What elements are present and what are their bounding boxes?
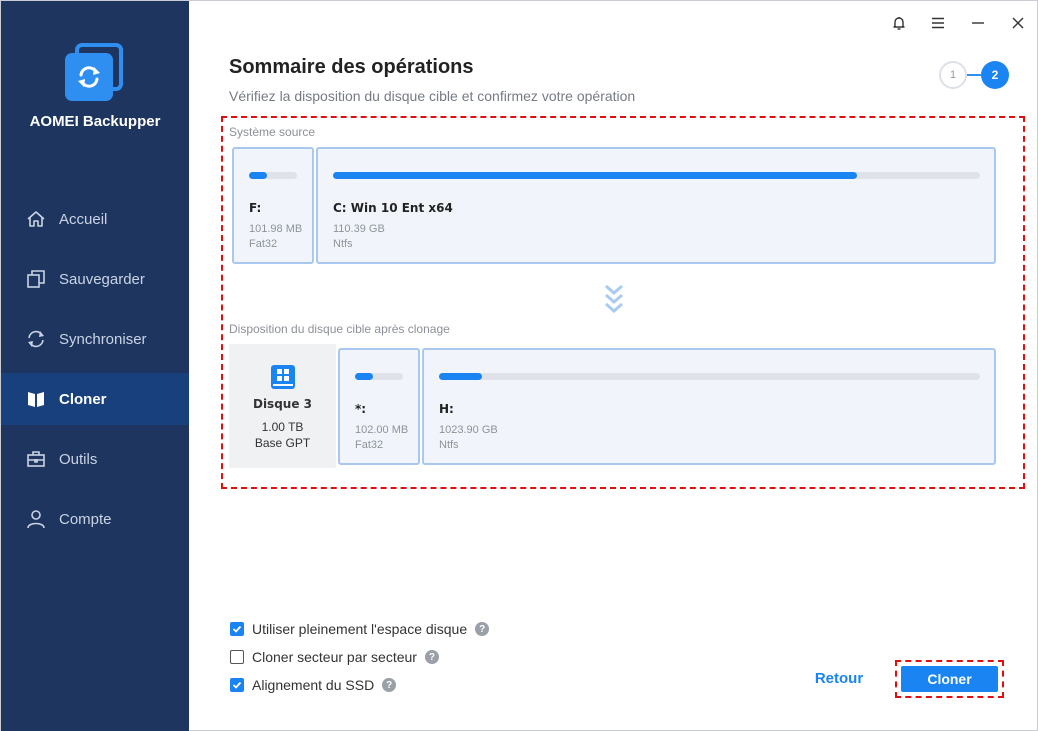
step-1: 1 (939, 61, 967, 89)
clone-button[interactable]: Cloner (901, 666, 998, 692)
partition-name: C: Win 10 Ent x64 (333, 201, 453, 215)
option-full-disk-space: Utiliser pleinement l'espace disque ? (230, 621, 490, 637)
checkbox-ssd-alignment[interactable] (230, 678, 244, 692)
disk-type: Base GPT (254, 436, 311, 450)
sync-icon (25, 328, 47, 350)
partition-filesystem: Ntfs (333, 238, 353, 250)
disk-name: Disque 3 (252, 397, 312, 411)
sidebar-item-label: Compte (59, 510, 112, 528)
usage-bar (439, 373, 980, 380)
sidebar-item-outils[interactable]: Outils (1, 433, 189, 485)
target-section-label: Disposition du disque cible après clonag… (229, 322, 450, 336)
back-button[interactable]: Retour (807, 670, 871, 692)
menu-icon[interactable] (926, 11, 950, 35)
option-label: Cloner secteur par secteur (252, 649, 417, 665)
step-connector (967, 74, 981, 76)
user-icon (25, 508, 47, 530)
partition-name: F: (249, 201, 262, 215)
app-logo-icon (65, 43, 123, 101)
checkbox-full-disk-space[interactable] (230, 622, 244, 636)
sidebar-nav: Accueil Sauvegarder Synchroniser Cloner (1, 193, 189, 553)
help-icon[interactable]: ? (424, 650, 439, 664)
tools-icon (25, 448, 47, 470)
partition-name: *: (355, 402, 367, 416)
usage-bar (355, 373, 403, 380)
app-name: AOMEI Backupper (29, 113, 161, 130)
sidebar-item-label: Sauvegarder (59, 270, 145, 288)
sidebar-item-label: Cloner (59, 390, 107, 408)
partition-name: H: (439, 402, 454, 416)
option-label: Alignement du SSD (252, 677, 375, 693)
target-disk-info: Disque 3 1.00 TB Base GPT (229, 344, 336, 468)
sidebar-item-compte[interactable]: Compte (1, 493, 189, 545)
partition-filesystem: Fat32 (355, 439, 384, 451)
source-partition-f[interactable]: F: 101.98 MB Fat32 (232, 147, 314, 264)
page-title: Sommaire des opérations (229, 56, 474, 78)
sidebar-item-cloner[interactable]: Cloner (1, 373, 189, 425)
close-icon[interactable] (1006, 11, 1030, 35)
sidebar: AOMEI Backupper Accueil Sauvegarder Sync… (1, 1, 189, 731)
sidebar-item-accueil[interactable]: Accueil (1, 193, 189, 245)
option-ssd-alignment: Alignement du SSD ? (230, 677, 397, 693)
sidebar-item-label: Accueil (59, 210, 108, 228)
step-2: 2 (981, 61, 1009, 89)
partition-filesystem: Fat32 (249, 238, 278, 250)
home-icon (25, 208, 47, 230)
usage-bar-fill (249, 172, 268, 179)
partition-size: 1023.90 GB (439, 424, 498, 436)
help-icon[interactable]: ? (382, 678, 397, 692)
usage-bar-fill (333, 172, 858, 179)
chevron-down-icon (604, 284, 624, 316)
minimize-icon[interactable] (966, 11, 990, 35)
checkbox-sector-by-sector[interactable] (230, 650, 244, 664)
step-indicator: 1 2 (939, 60, 1011, 89)
option-label: Utiliser pleinement l'espace disque (252, 621, 468, 637)
clone-button-highlight: Cloner (895, 660, 1004, 698)
help-icon[interactable]: ? (475, 622, 490, 636)
source-partition-c[interactable]: C: Win 10 Ent x64 110.39 GB Ntfs (316, 147, 996, 264)
sidebar-item-synchroniser[interactable]: Synchroniser (1, 313, 189, 365)
partition-size: 101.98 MB (249, 223, 303, 235)
option-sector-by-sector: Cloner secteur par secteur ? (230, 649, 439, 665)
disk-icon (269, 363, 297, 391)
sidebar-item-label: Synchroniser (59, 330, 147, 348)
backup-icon (25, 268, 47, 290)
source-section-label: Système source (229, 125, 316, 139)
page-subtitle: Vérifiez la disposition du disque cible … (229, 88, 636, 104)
clone-icon (25, 388, 47, 410)
sidebar-item-sauvegarder[interactable]: Sauvegarder (1, 253, 189, 305)
partition-filesystem: Ntfs (439, 439, 459, 451)
partition-size: 110.39 GB (333, 223, 385, 235)
target-partition-h[interactable]: H: 1023.90 GB Ntfs (422, 348, 996, 465)
usage-bar (333, 172, 980, 179)
disk-size: 1.00 TB (261, 420, 304, 434)
usage-bar-fill (439, 373, 483, 380)
notification-bell-icon[interactable] (887, 11, 911, 35)
partition-size: 102.00 MB (355, 424, 409, 436)
target-partition-star[interactable]: *: 102.00 MB Fat32 (338, 348, 420, 465)
sidebar-item-label: Outils (59, 450, 98, 468)
usage-bar (249, 172, 297, 179)
app-window: AOMEI Backupper Accueil Sauvegarder Sync… (0, 0, 1038, 731)
usage-bar-fill (355, 373, 374, 380)
